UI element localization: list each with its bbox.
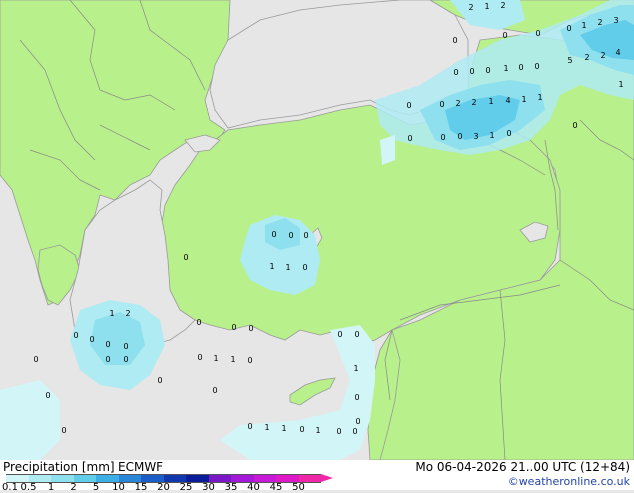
precip-value-label: 1 [213,354,218,363]
precip-value-label: 0 [406,101,411,110]
precip-value-label: 0 [452,36,457,45]
precip-value-label: 2 [500,1,505,10]
precip-value-label: 0 [271,230,276,239]
precip-value-label: 0 [535,29,540,38]
precip-value-label: 0 [123,342,128,351]
precip-value-label: 0 [33,355,38,364]
precip-value-label: 1 [581,21,586,30]
precip-value-label: 2 [471,98,476,107]
precip-value-label: 1 [488,97,493,106]
precip-value-label: 2 [600,51,605,60]
precip-value-label: 0 [231,323,236,332]
precip-value-label: 2 [584,53,589,62]
precip-value-label: 0 [566,24,571,33]
precip-value-label: 0 [183,253,188,262]
legend-label: 1 [47,482,55,493]
footer: Precipitation [mm] ECMWF Mo 06-04-2026 2… [0,460,634,493]
precip-value-label: 4 [615,48,620,57]
precip-value-label: 0 [247,356,252,365]
legend-label: 40 [247,482,260,493]
precip-value-label: 0 [196,318,201,327]
precip-value-label: 5 [567,56,572,65]
legend-label: 25 [179,482,193,493]
precip-value-label: 1 [315,426,320,435]
precip-value-label: 1 [230,355,235,364]
color-legend: 0.1 0.5 1 2 5 10 15 20 25 30 35 40 45 50 [0,474,340,493]
precip-value-label: 0 [157,376,162,385]
precip-value-label: 1 [353,364,358,373]
precip-value-label: 3 [473,132,478,141]
precip-value-label: 0 [453,68,458,77]
precip-value-label: 0 [440,133,445,142]
precip-value-label: 0 [502,31,507,40]
legend-label: 0.5 [20,482,37,493]
precip-value-label: 1 [264,423,269,432]
legend-label: 45 [269,482,283,493]
precip-value-label: 0 [457,132,462,141]
precip-value-label: 0 [123,355,128,364]
precip-value-label: 2 [125,309,130,318]
precip-value-label: 0 [518,63,523,72]
precip-value-label: 0 [407,134,412,143]
precip-value-label: 2 [455,99,460,108]
legend-label: 50 [292,482,305,493]
precip-value-label: 0 [354,330,359,339]
precip-value-label: 1 [285,263,290,272]
precip-value-label: 0 [336,427,341,436]
precip-value-label: 0 [469,67,474,76]
precip-value-label: 0 [288,231,293,240]
precip-value-label: 1 [537,93,542,102]
precip-value-label: 0 [248,324,253,333]
precip-value-label: 2 [468,3,473,12]
precip-value-label: 0 [355,417,360,426]
precip-value-label: 1 [503,64,508,73]
precip-value-label: 0 [485,66,490,75]
valid-datetime: Mo 06-04-2026 21..00 UTC (12+84) [415,460,630,474]
precip-value-label: 0 [299,425,304,434]
precip-value-label: 0 [105,340,110,349]
precip-value-label: 1 [521,95,526,104]
precip-value-label: 0 [506,129,511,138]
precip-value-label: 1 [618,80,623,89]
legend-label: 15 [134,482,148,493]
legend-arrow [321,474,333,482]
precip-value-label: 0 [302,263,307,272]
precip-value-label: 2 [597,18,602,27]
precip-value-label: 4 [505,96,510,105]
precip-value-label: 1 [489,131,494,140]
model-name: ECMWF [118,460,164,474]
precip-value-label: 0 [534,62,539,71]
precip-value-label: 0 [337,330,342,339]
precip-value-label: 0 [352,427,357,436]
legend-label: 2 [70,482,77,493]
map-title: Precipitation [mm] [3,460,115,474]
precip-value-label: 0 [354,393,359,402]
precip-value-label: 0 [197,353,202,362]
precip-value-label: 1 [109,309,114,318]
precip-value-label: 0 [439,100,444,109]
precipitation-map: 2 1 2 0 1 2 3 0 0 0 5 2 2 4 0 0 0 1 0 0 1 0 0 2 2 1 4 1 1 0 0 0 0 3 1 0 0 0 0 0… [0,0,634,460]
legend-label: 10 [112,482,125,493]
precip-value-label: 0 [303,231,308,240]
precip-value-label: 0 [73,331,78,340]
precip-value-label: 0 [572,121,577,130]
precip-value-label: 1 [269,262,274,271]
precip-value-label: 0 [89,335,94,344]
legend-label: 20 [157,482,170,493]
credit-link[interactable]: ©weatheronline.co.uk [508,475,630,488]
precip-value-label: 0 [105,355,110,364]
precip-value-label: 0 [212,386,217,395]
legend-label: 30 [202,482,215,493]
precip-value-label: 0 [247,422,252,431]
precip-value-label: 0 [61,426,66,435]
legend-label: 0.1 [2,482,18,493]
precip-value-label: 1 [281,424,286,433]
precip-value-label: 1 [484,2,489,11]
legend-label: 35 [224,482,238,493]
legend-label: 5 [92,482,100,493]
precip-value-label: 3 [613,16,618,25]
precip-value-label: 0 [45,391,50,400]
